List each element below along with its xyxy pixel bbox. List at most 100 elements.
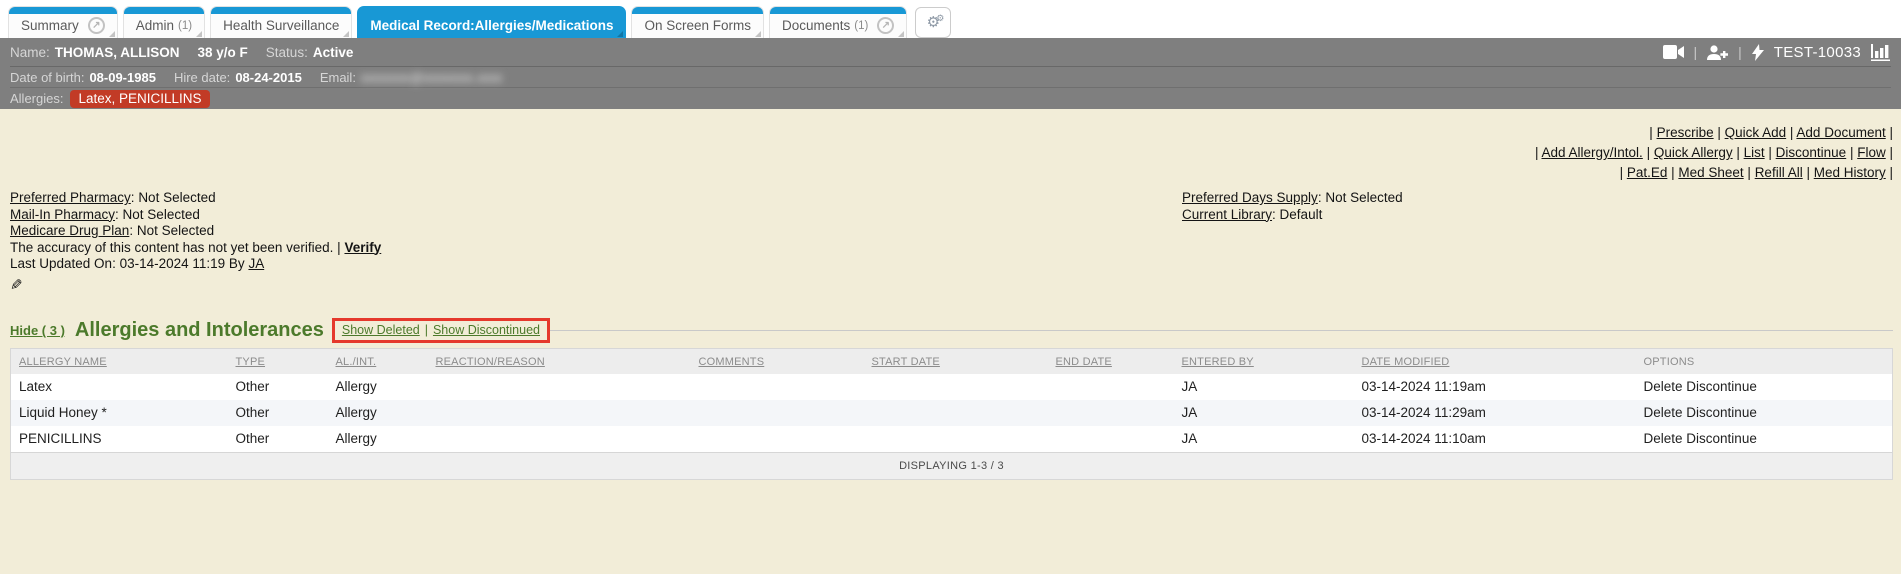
cell-date-modified: 03-14-2024 11:29am <box>1354 400 1636 426</box>
cell-options: Delete Discontinue <box>1636 400 1893 426</box>
hide-link[interactable]: Hide ( 3 ) <box>10 323 65 338</box>
gears-icon[interactable]: ⚙ ⚙ <box>915 7 951 38</box>
cell-al-int: Allergy <box>328 374 428 400</box>
col-header-comments[interactable]: COMMENTS <box>691 349 864 375</box>
cell-entered-by: JA <box>1174 400 1354 426</box>
section-title: Allergies and Intolerances <box>75 319 324 342</box>
link-quick-add[interactable]: Quick Add <box>1725 125 1787 140</box>
tab-bar: Summary↗Admin(1) Health Surveillance Medic… <box>0 0 1901 38</box>
tab-label: Medical Record:Allergies/Medications <box>370 18 613 33</box>
dob-label: Date of birth: <box>10 70 84 85</box>
cell-type: Other <box>228 426 328 453</box>
col-header-date-modified[interactable]: DATE MODIFIED <box>1354 349 1636 375</box>
add-person-icon[interactable] <box>1707 45 1728 60</box>
pharmacy-row-preferred-pharmacy: Preferred Pharmacy: Not Selected <box>10 190 1893 207</box>
value: Not Selected <box>137 223 214 238</box>
external-link-circle-icon[interactable]: ↗ <box>88 17 105 34</box>
link-current-library[interactable]: Current Library <box>1182 207 1272 222</box>
tab-on-screen-forms[interactable]: On Screen Forms <box>631 6 764 38</box>
delete-link[interactable]: Delete <box>1644 379 1683 394</box>
last-updated-line: Last Updated On: 03-14-2024 11:19 By JA <box>10 256 1893 273</box>
col-header-allergy-name[interactable]: ALLERGY NAME <box>11 349 228 375</box>
quick-links-line: | Prescribe | Quick Add | Add Document | <box>10 123 1893 143</box>
link-flow[interactable]: Flow <box>1857 145 1886 160</box>
tab-health-surveillance[interactable]: Health Surveillance <box>210 6 352 38</box>
allergies-badge[interactable]: Latex, PENICILLINS <box>70 90 209 108</box>
value: Default <box>1280 207 1323 222</box>
discontinue-link[interactable]: Discontinue <box>1686 431 1757 446</box>
link-add-document[interactable]: Add Document <box>1796 125 1885 140</box>
col-header-al-int[interactable]: AL./INT. <box>328 349 428 375</box>
cell-entered-by: JA <box>1174 426 1354 453</box>
separator: | <box>1694 44 1698 60</box>
tab-count-badge: (1) <box>854 19 868 32</box>
delete-link[interactable]: Delete <box>1644 431 1683 446</box>
link-medicare-drug-plan[interactable]: Medicare Drug Plan <box>10 223 129 238</box>
tab-summary[interactable]: Summary↗ <box>8 6 118 38</box>
allergies-label: Allergies: <box>10 91 63 106</box>
col-header-label: AL./INT. <box>336 356 377 368</box>
external-link-circle-icon[interactable]: ↗ <box>877 17 894 34</box>
last-updated-text: Last Updated On: 03-14-2024 11:19 By <box>10 256 245 271</box>
discontinue-link[interactable]: Discontinue <box>1686 405 1757 420</box>
col-header-reaction-reason[interactable]: REACTION/REASON <box>428 349 691 375</box>
lightning-icon[interactable] <box>1752 44 1764 61</box>
cell-al-int: Allergy <box>328 426 428 453</box>
separator: | <box>1738 44 1742 60</box>
tab-documents[interactable]: Documents (1) ↗ <box>769 6 907 38</box>
table-row-liquid-honey: Liquid Honey *OtherAllergyJA03-14-2024 1… <box>11 400 1893 426</box>
link-med-sheet[interactable]: Med Sheet <box>1678 165 1743 180</box>
cell-entered-by: JA <box>1174 374 1354 400</box>
pharmacy-row-medicare-drug-plan: Medicare Drug Plan: Not Selected <box>10 223 1893 240</box>
tab-admin[interactable]: Admin(1) <box>123 6 205 38</box>
info-section: Preferred Pharmacy: Not SelectedMail-In … <box>10 190 1893 294</box>
link-preferred-days-supply[interactable]: Preferred Days Supply <box>1182 190 1318 205</box>
patient-banner-row1: Name: THOMAS, ALLISON 38 y/o F Status: A… <box>10 38 1891 66</box>
last-updated-by-link[interactable]: JA <box>248 256 264 271</box>
col-header-entered-by[interactable]: ENTERED BY <box>1174 349 1354 375</box>
col-header-label: ALLERGY NAME <box>19 356 107 368</box>
col-header-start-date[interactable]: START DATE <box>864 349 1048 375</box>
pharmacy-info: Preferred Pharmacy: Not SelectedMail-In … <box>10 190 1893 294</box>
link-discontinue[interactable]: Discontinue <box>1776 145 1847 160</box>
supply-info: Preferred Days Supply: Not SelectedCurre… <box>1182 190 1403 223</box>
link-quick-allergy[interactable]: Quick Allergy <box>1654 145 1733 160</box>
cell-reaction <box>428 400 691 426</box>
show-deleted-link[interactable]: Show Deleted <box>342 323 420 337</box>
link-preferred-pharmacy[interactable]: Preferred Pharmacy <box>10 190 131 205</box>
tab-label: Documents <box>782 18 850 33</box>
col-header-label: COMMENTS <box>699 356 765 368</box>
delete-link[interactable]: Delete <box>1644 405 1683 420</box>
col-header-type[interactable]: TYPE <box>228 349 328 375</box>
verify-link[interactable]: Verify <box>344 240 381 255</box>
col-header-label: ENTERED BY <box>1182 356 1254 368</box>
video-camera-icon[interactable] <box>1663 45 1684 59</box>
col-header-label: START DATE <box>872 356 940 368</box>
dob-value: 08-09-1985 <box>89 70 156 85</box>
link-mail-in-pharmacy[interactable]: Mail-In Pharmacy <box>10 207 115 222</box>
link-pat-ed[interactable]: Pat.Ed <box>1627 165 1668 180</box>
cell-date-modified: 03-14-2024 11:10am <box>1354 426 1636 453</box>
cell-end-date <box>1048 374 1174 400</box>
patient-name: THOMAS, ALLISON <box>55 45 180 60</box>
link-list[interactable]: List <box>1744 145 1765 160</box>
patient-banner-row2: Date of birth: 08-09-1985 Hire date: 08-… <box>10 66 1891 87</box>
show-discontinued-link[interactable]: Show Discontinued <box>433 323 540 337</box>
link-med-history[interactable]: Med History <box>1814 165 1886 180</box>
tab-medical-record-allergies-medications[interactable]: Medical Record:Allergies/Medications <box>357 6 626 38</box>
bar-chart-icon[interactable] <box>1871 44 1891 61</box>
col-header-end-date[interactable]: END DATE <box>1048 349 1174 375</box>
link-refill-all[interactable]: Refill All <box>1755 165 1803 180</box>
cell-end-date <box>1048 400 1174 426</box>
discontinue-link[interactable]: Discontinue <box>1686 379 1757 394</box>
tab-label: Health Surveillance <box>223 18 339 33</box>
cell-comments <box>691 400 864 426</box>
link-add-allergy-intol[interactable]: Add Allergy/Intol. <box>1542 145 1643 160</box>
value: Not Selected <box>1325 190 1402 205</box>
cell-start-date <box>864 374 1048 400</box>
pencil-icon[interactable]: ✎ <box>10 278 23 295</box>
email-value-redacted: xxxxxx@xxxxxx.xxx <box>361 70 503 85</box>
link-prescribe[interactable]: Prescribe <box>1657 125 1714 140</box>
value: Not Selected <box>123 207 200 222</box>
col-header-options: OPTIONS <box>1636 349 1893 375</box>
